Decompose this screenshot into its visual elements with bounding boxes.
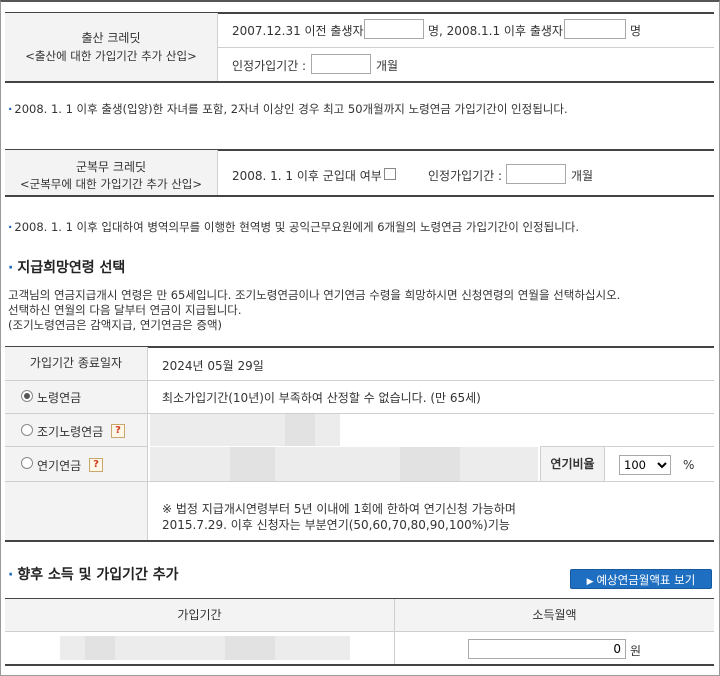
redacted-area	[285, 414, 315, 446]
arrow-right-icon: ▶	[586, 577, 597, 587]
income-input[interactable]	[468, 639, 626, 659]
end-date-label: 가입기간 종료일자	[5, 347, 148, 380]
divider	[5, 540, 714, 542]
legal-note-line-2: 2015.7.29. 이후 신청자는 부분연기(50,60,70,80,90,1…	[162, 518, 510, 532]
option-old-age-radio[interactable]	[21, 390, 33, 402]
help-icon[interactable]: ?	[111, 424, 125, 438]
col-period-header: 가입기간	[5, 599, 395, 631]
option-defer-label: 연기연금	[37, 459, 82, 473]
divider	[5, 631, 714, 632]
pension-age-desc-1: 고객님의 연금지급개시 연령은 만 65세입니다. 조기노령연금이나 연기연금 …	[8, 288, 621, 302]
future-title: · 향후 소득 및 가입기간 추가	[8, 567, 179, 583]
military-credit-subtitle: <군복무에 대한 가입기간 추가 산입>	[19, 177, 202, 191]
defer-ratio-percent: %	[683, 458, 695, 472]
pension-age-desc-2: 선택하신 연월의 다음 달부터 연금이 지급됩니다.	[8, 303, 242, 317]
birth-period-label: 인정가입기간 :	[232, 59, 307, 73]
end-date-value: 2024년 05월 29일	[162, 359, 264, 373]
legal-note-left-cell	[5, 482, 148, 540]
expected-pension-table-button[interactable]: ▶ 예상연금월액표 보기	[570, 569, 712, 589]
birth-unit-month: 개월	[376, 59, 399, 73]
birth-unit-person1: 명, 2008.1.1 이후 출생자 :	[428, 24, 571, 38]
defer-ratio-select[interactable]: 100	[619, 455, 671, 475]
military-period-label: 인정가입기간 :	[428, 169, 503, 183]
option-old-age-label: 노령연금	[37, 391, 82, 405]
pension-age-desc-3: (조기노령연금은 감액지급, 연기연금은 증액)	[8, 318, 223, 332]
redacted-area	[400, 447, 460, 481]
redacted-area	[225, 636, 275, 660]
military-enlist-label: 2008. 1. 1 이후 군입대 여부 :	[232, 169, 390, 183]
option-old-age-text: 최소가입기간(10년)이 부족하여 산정할 수 없습니다. (만 65세)	[162, 391, 481, 405]
birth-credit-note: · 2008. 1. 1 이후 출생(입양)한 자녀를 포함, 2자녀 이상인 경…	[8, 102, 568, 116]
redacted-area	[150, 447, 538, 481]
income-unit-won: 원	[630, 644, 642, 658]
military-credit-note: · 2008. 1. 1 이후 입대하여 병역의무를 이행한 현역병 및 공익근무…	[8, 220, 580, 234]
option-early-radio[interactable]	[21, 424, 33, 436]
defer-ratio-label: 연기비율	[540, 447, 605, 481]
col-income-header: 소득월액	[395, 599, 714, 631]
birth-before-input[interactable]	[364, 19, 424, 39]
military-unit-month: 개월	[571, 169, 594, 183]
military-credit-title: 군복무 크레딧	[75, 160, 147, 174]
option-defer-radio[interactable]	[21, 457, 33, 469]
redacted-area	[230, 447, 275, 481]
birth-period-input[interactable]	[311, 54, 371, 74]
birth-credit-header: 출산 크레딧 <출산에 대한 가입기간 추가 산입>	[5, 13, 218, 81]
military-period-input[interactable]	[506, 164, 566, 184]
option-early-label: 조기노령연금	[37, 425, 104, 439]
redacted-area	[85, 636, 115, 660]
legal-note-line-1: ※ 법정 지급개시연령부터 5년 이내에 1회에 한하여 연기신청 가능하며	[162, 502, 516, 516]
divider	[5, 81, 714, 83]
military-credit-header: 군복무 크레딧 <군복무에 대한 가입기간 추가 산입>	[5, 150, 218, 195]
help-icon[interactable]: ?	[89, 458, 103, 472]
military-enlist-checkbox[interactable]	[384, 168, 396, 180]
birth-credit-subtitle: <출산에 대한 가입기간 추가 산입>	[25, 49, 197, 63]
birth-unit-person2: 명	[630, 24, 642, 38]
birth-after-input[interactable]	[564, 19, 626, 39]
divider	[394, 632, 395, 664]
divider	[5, 664, 714, 666]
pension-age-title: · 지급희망연령 선택	[8, 260, 126, 276]
birth-credit-title: 출산 크레딧	[81, 31, 141, 45]
divider	[218, 47, 714, 48]
divider	[5, 195, 714, 197]
birth-before-label: 2007.12.31 이전 출생자 :	[232, 24, 372, 38]
